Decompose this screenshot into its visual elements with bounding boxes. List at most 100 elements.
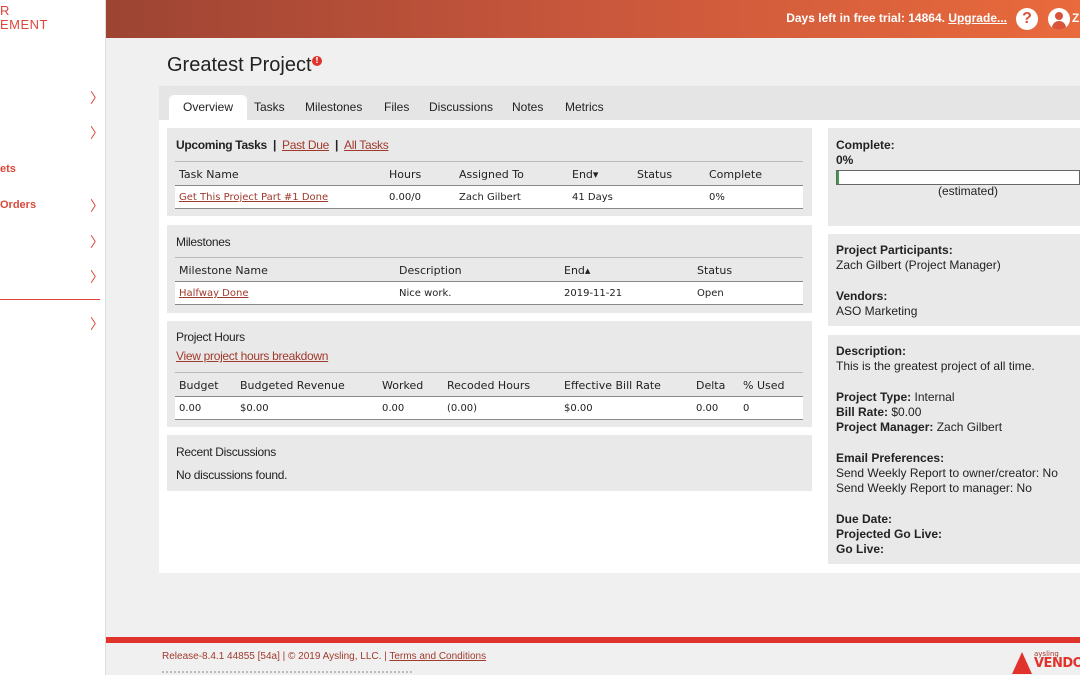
sidebar-item-7[interactable]: 〉 bbox=[0, 314, 104, 334]
tab-files[interactable]: Files bbox=[384, 95, 409, 120]
hours-worked: 0.00 bbox=[382, 403, 405, 414]
upcoming-tasks-title: Upcoming Tasks bbox=[176, 138, 267, 152]
sidebar-divider bbox=[0, 299, 100, 300]
col-pct-used: % Used bbox=[743, 379, 785, 392]
hours-budgeted-revenue: $0.00 bbox=[240, 403, 269, 414]
col-worked: Worked bbox=[382, 379, 424, 392]
task-link[interactable]: Get This Project Part #1 Done bbox=[179, 192, 328, 203]
trial-text: Days left in free trial: 14864. bbox=[786, 11, 945, 25]
project-type-label: Project Type: bbox=[836, 390, 912, 404]
logo-line-1: R bbox=[0, 3, 10, 18]
avatar-body bbox=[1052, 21, 1066, 30]
recent-discussions-title: Recent Discussions bbox=[176, 445, 276, 459]
chevron-right-icon: 〉 bbox=[90, 269, 104, 285]
estimated-label: (estimated) bbox=[938, 184, 999, 198]
email-pref-manager: Send Weekly Report to manager: No bbox=[836, 481, 1032, 495]
bill-rate-label: Bill Rate: bbox=[836, 405, 889, 419]
project-hours-panel: Project Hours View project hours breakdo… bbox=[167, 321, 812, 427]
table-header: Task Name Hours Assigned To End▾ Status … bbox=[175, 161, 803, 186]
milestone-end: 2019-11-21 bbox=[564, 288, 623, 299]
project-manager: Project Manager: Zach Gilbert bbox=[836, 420, 1002, 434]
col-end[interactable]: End▴ bbox=[564, 264, 590, 277]
sidebar-item-5[interactable]: 〉 bbox=[0, 232, 104, 252]
email-pref-owner: Send Weekly Report to owner/creator: No bbox=[836, 466, 1058, 480]
sidebar-item-3[interactable]: ets bbox=[0, 160, 100, 180]
details-panel: Description: This is the greatest projec… bbox=[828, 335, 1080, 564]
trial-notice: Days left in free trial: 14864. Upgrade.… bbox=[786, 11, 1007, 25]
col-status[interactable]: Status bbox=[637, 168, 672, 181]
app-logo[interactable]: R EMENT bbox=[0, 4, 48, 32]
col-recoded-hours: Recoded Hours bbox=[447, 379, 531, 392]
participants-label: Project Participants: bbox=[836, 243, 953, 257]
hours-pct-used: 0 bbox=[743, 403, 750, 414]
tab-discussions[interactable]: Discussions bbox=[429, 95, 493, 120]
upcoming-tasks-panel: Upcoming Tasks | Past Due | All Tasks Task N… bbox=[167, 128, 812, 216]
alert-icon[interactable]: ! bbox=[312, 56, 322, 66]
page-title: Greatest Project bbox=[167, 54, 312, 76]
col-status[interactable]: Status bbox=[697, 264, 732, 277]
go-live-label: Go Live: bbox=[836, 542, 885, 556]
col-budget: Budget bbox=[179, 379, 219, 392]
tab-milestones[interactable]: Milestones bbox=[305, 95, 362, 120]
all-tasks-link[interactable]: All Tasks bbox=[344, 138, 389, 152]
table-row: Halfway Done Nice work. 2019-11-21 Open bbox=[175, 282, 803, 305]
tab-notes[interactable]: Notes bbox=[512, 95, 543, 120]
top-bar: Days left in free trial: 14864. Upgrade.… bbox=[106, 0, 1080, 38]
chevron-right-icon: 〉 bbox=[90, 125, 104, 141]
col-effective-bill-rate: Effective Bill Rate bbox=[564, 379, 661, 392]
col-task-name[interactable]: Task Name bbox=[179, 168, 239, 181]
col-assigned-to[interactable]: Assigned To bbox=[459, 168, 524, 181]
bill-rate-value: $0.00 bbox=[891, 405, 922, 419]
upgrade-link[interactable]: Upgrade... bbox=[948, 11, 1007, 25]
tab-tasks[interactable]: Tasks bbox=[254, 95, 285, 120]
milestone-description: Nice work. bbox=[399, 288, 452, 299]
bill-rate: Bill Rate: $0.00 bbox=[836, 405, 921, 419]
help-icon[interactable]: ? bbox=[1016, 8, 1038, 30]
sidebar-item-1[interactable]: 〉 bbox=[0, 88, 104, 108]
upcoming-tasks-header: Upcoming Tasks | Past Due | All Tasks bbox=[176, 138, 389, 152]
milestones-panel: Milestones Milestone Name Description En… bbox=[167, 225, 812, 313]
terms-link[interactable]: Terms and Conditions bbox=[389, 651, 486, 662]
user-name[interactable]: Z bbox=[1072, 11, 1080, 25]
table-row: 0.00 $0.00 0.00 (0.00) $0.00 0.00 0 bbox=[175, 397, 803, 420]
col-complete[interactable]: Complete bbox=[709, 168, 762, 181]
sidebar: R EMENT 〉 〉 ets Orders 〉 〉 〉 〉 bbox=[0, 0, 106, 675]
col-end[interactable]: End▾ bbox=[572, 168, 598, 181]
tab-overview[interactable]: Overview bbox=[169, 95, 247, 120]
col-description[interactable]: Description bbox=[399, 264, 462, 277]
user-avatar-icon[interactable] bbox=[1048, 8, 1070, 30]
sidebar-item-label: ets bbox=[0, 163, 16, 175]
sidebar-item-2[interactable]: 〉 bbox=[0, 123, 104, 143]
sidebar-item-6[interactable]: 〉 bbox=[0, 267, 104, 287]
task-end: 41 Days bbox=[572, 192, 613, 203]
col-milestone-name[interactable]: Milestone Name bbox=[179, 264, 268, 277]
task-assigned: Zach Gilbert bbox=[459, 192, 521, 203]
chevron-right-icon: 〉 bbox=[90, 198, 104, 214]
task-complete: 0% bbox=[709, 192, 725, 203]
hours-budget: 0.00 bbox=[179, 403, 202, 414]
project-hours-breakdown-link[interactable]: View project hours breakdown bbox=[176, 349, 328, 363]
footer-subline bbox=[162, 670, 412, 673]
sidebar-item-orders[interactable]: Orders 〉 bbox=[0, 196, 104, 216]
vendor-logo: aysling VENDOR bbox=[1012, 650, 1080, 675]
chevron-right-icon: 〉 bbox=[90, 90, 104, 106]
pm-label: Project Manager: bbox=[836, 420, 934, 434]
col-delta: Delta bbox=[696, 379, 726, 392]
project-type: Project Type: Internal bbox=[836, 390, 955, 404]
avatar-head bbox=[1055, 12, 1063, 20]
complete-value: 0% bbox=[836, 153, 854, 167]
tab-metrics[interactable]: Metrics bbox=[565, 95, 604, 120]
col-hours[interactable]: Hours bbox=[389, 168, 421, 181]
separator: | bbox=[272, 138, 276, 152]
vendors-value: ASO Marketing bbox=[836, 304, 918, 318]
recent-discussions-panel: Recent Discussions No discussions found. bbox=[167, 435, 812, 491]
separator: | bbox=[334, 138, 339, 152]
project-type-value: Internal bbox=[914, 390, 955, 404]
logo-big-text: VENDOR bbox=[1034, 656, 1080, 671]
table-row: Get This Project Part #1 Done 0.00/0 Zac… bbox=[175, 186, 803, 209]
past-due-link[interactable]: Past Due bbox=[282, 138, 329, 152]
milestone-link[interactable]: Halfway Done bbox=[179, 288, 248, 299]
table-header: Milestone Name Description End▴ Status bbox=[175, 257, 803, 282]
description-label: Description: bbox=[836, 344, 907, 358]
project-hours-title: Project Hours bbox=[176, 330, 245, 344]
